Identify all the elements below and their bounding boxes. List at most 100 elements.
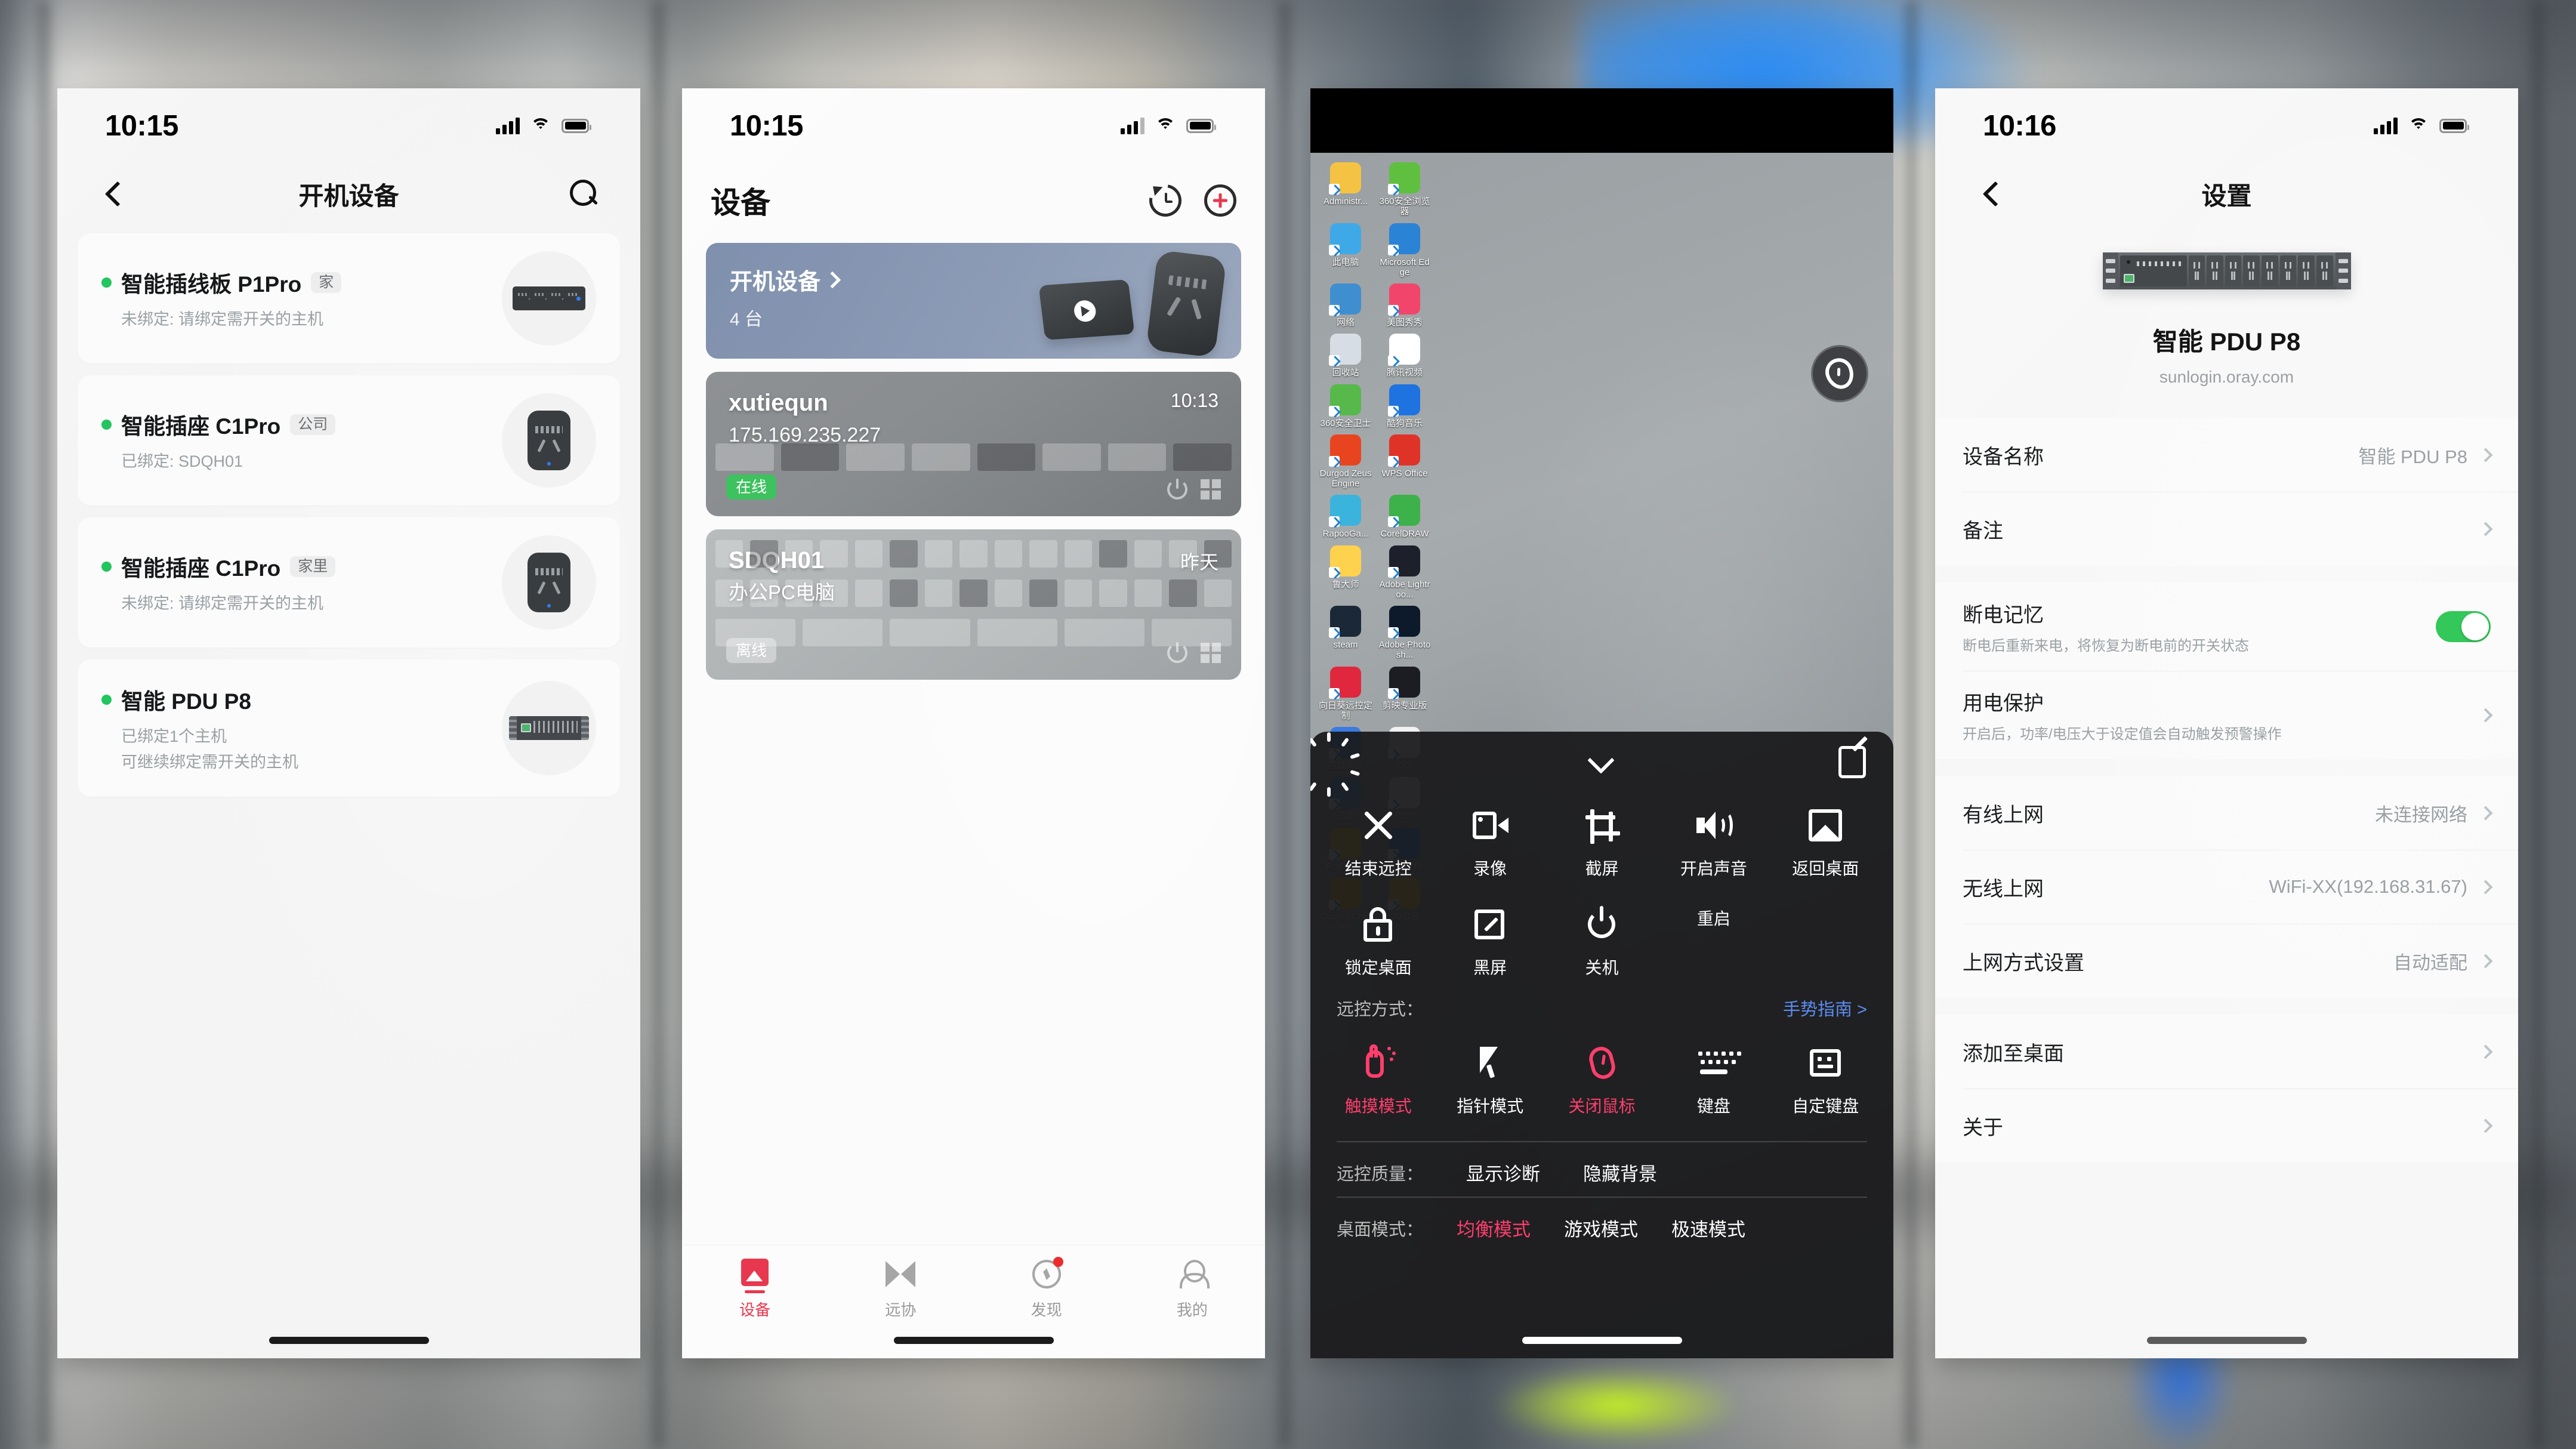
desktop-icon[interactable]: 360安全浏览器 xyxy=(1378,162,1432,217)
end-remote-button[interactable]: 结束远控 xyxy=(1322,794,1434,893)
desktop-icon[interactable]: Administr... xyxy=(1319,162,1372,217)
setting-add-to-desktop[interactable]: 添加至桌面 xyxy=(1935,1015,2518,1089)
fast-mode-option[interactable]: 极速模式 xyxy=(1671,1214,1745,1241)
custom-keyboard-button[interactable]: 自定键盘 xyxy=(1770,1031,1881,1130)
device-name: 智能 PDU P8 xyxy=(2152,328,2301,356)
device-subtitle: 未绑定: 请绑定需开关的主机 xyxy=(121,310,324,329)
settings-group: 添加至桌面 关于 xyxy=(1935,1015,2518,1163)
screenshot-button[interactable]: 截屏 xyxy=(1546,794,1658,893)
desktop-icon[interactable]: 剪映专业版 xyxy=(1378,666,1432,722)
desktop-icon[interactable]: RapooGa... xyxy=(1319,495,1372,539)
desktop-icon[interactable]: 网络 xyxy=(1319,283,1372,328)
chevron-right-icon xyxy=(2478,879,2493,895)
row-label: 无线上网 xyxy=(1963,877,2044,901)
desktop-icon[interactable]: 向日葵远控定制 xyxy=(1319,666,1372,722)
desktop-icon-label: RapooGa... xyxy=(1322,529,1369,539)
keyboard-button[interactable]: 键盘 xyxy=(1658,1031,1769,1130)
power-icon[interactable] xyxy=(1167,479,1187,500)
mode-label: 自定键盘 xyxy=(1792,1097,1859,1115)
row-label: 关于 xyxy=(1963,1116,2003,1139)
back-chevron-icon[interactable] xyxy=(1977,177,2012,211)
show-diagnostics-option[interactable]: 显示诊断 xyxy=(1466,1159,1540,1186)
desktop-icon[interactable]: 此电脑 xyxy=(1319,223,1372,278)
shortcut-arrow-icon xyxy=(1329,405,1340,417)
device-tag: 家 xyxy=(311,272,342,293)
list-item[interactable]: 智能 PDU P8 已绑定1个主机 可继续绑定需开关的主机 xyxy=(78,659,620,797)
shutdown-button[interactable]: 关机 xyxy=(1546,893,1658,992)
list-item[interactable]: 智能插座 C1Pro 公司 已绑定: SDQH01 xyxy=(78,375,620,505)
host-card-offline[interactable]: SDQH01 昨天 办公PC电脑 离线 xyxy=(706,529,1241,680)
wifi-icon xyxy=(2408,118,2429,134)
desktop-icon[interactable]: Adobe Photosh... xyxy=(1378,606,1432,661)
setting-about[interactable]: 关于 xyxy=(1935,1089,2518,1163)
lightroom-icon xyxy=(1388,545,1420,578)
back-to-desktop-button[interactable]: 返回桌面 xyxy=(1770,794,1881,893)
desktop-icon[interactable]: WPS Office xyxy=(1378,434,1432,489)
setting-network-mode[interactable]: 上网方式设置 自动适配 xyxy=(1935,924,2518,998)
power-memory-toggle[interactable] xyxy=(2436,611,2491,642)
setting-device-name[interactable]: 设备名称 智能 PDU P8 xyxy=(1935,418,2518,492)
black-screen-button[interactable]: 黑屏 xyxy=(1434,893,1545,992)
search-icon[interactable] xyxy=(567,178,599,209)
history-icon[interactable] xyxy=(1143,178,1188,223)
photoshop-icon xyxy=(1388,606,1420,638)
row-value: 自动适配 xyxy=(2393,952,2467,973)
desktop-icon[interactable]: 酷狗音乐 xyxy=(1378,384,1432,428)
action-label: 关机 xyxy=(1585,958,1619,977)
back-chevron-icon[interactable] xyxy=(99,177,134,211)
desktop-icon[interactable]: Durgod Zeus Engine xyxy=(1319,434,1372,489)
gesture-guide-link[interactable]: 手势指南 > xyxy=(1783,995,1867,1021)
desktop-icon[interactable]: CorelDRAW xyxy=(1378,495,1432,539)
desktop-icon[interactable]: Adobe Lightroo... xyxy=(1378,545,1432,600)
hide-background-option[interactable]: 隐藏背景 xyxy=(1583,1159,1657,1186)
close-icon xyxy=(1360,807,1397,844)
tab-me[interactable]: 我的 xyxy=(1119,1259,1265,1320)
360-guard-icon xyxy=(1329,384,1361,417)
tab-remote-assist[interactable]: 远协 xyxy=(828,1259,973,1320)
desktop-icon[interactable]: 回收站 xyxy=(1319,334,1372,378)
desktop-icon[interactable]: Microsoft Edge xyxy=(1378,223,1432,278)
desktop-icon[interactable]: steam xyxy=(1319,606,1372,661)
shortcut-arrow-icon xyxy=(1388,455,1399,467)
pdu-icon xyxy=(502,681,596,775)
chevron-right-icon xyxy=(2478,707,2493,723)
host-card-online[interactable]: xutiequn 10:13 175.169.235.227 在线 xyxy=(706,372,1241,516)
setting-power-protection[interactable]: 用电保护 开启后，功率/电压大于设定值会自动触发预警操作 xyxy=(1935,671,2518,759)
boot-devices-banner[interactable]: 开机设备 4 台 xyxy=(706,243,1241,359)
sunlogin-eye-icon[interactable] xyxy=(1811,345,1868,402)
setting-wireless-network[interactable]: 无线上网 WiFi-XX(192.168.31.67) xyxy=(1935,850,2518,924)
device-subtitle: 已绑定: SDQH01 xyxy=(121,452,243,471)
mouse-off-button[interactable]: 关闭鼠标 xyxy=(1546,1031,1658,1130)
power-icon[interactable] xyxy=(1167,643,1187,663)
pointer-mode-button[interactable]: 指针模式 xyxy=(1434,1031,1545,1130)
restart-button[interactable]: 重启 xyxy=(1310,732,1769,992)
device-name: 智能插座 C1Pro xyxy=(121,414,281,439)
edit-icon[interactable] xyxy=(1838,746,1866,778)
desktop-icon[interactable]: 腾讯视频 xyxy=(1378,334,1432,378)
lock-desktop-button[interactable]: 锁定桌面 xyxy=(1322,893,1434,992)
game-mode-option[interactable]: 游戏模式 xyxy=(1564,1214,1638,1241)
tab-discover[interactable]: 发现 xyxy=(974,1257,1119,1320)
setting-wired-network[interactable]: 有线上网 未连接网络 xyxy=(1935,776,2518,850)
desktop-icon-label: 360安全卫士 xyxy=(1320,418,1371,428)
desktop-icon[interactable]: 鲁大师 xyxy=(1319,545,1372,600)
setting-remark[interactable]: 备注 xyxy=(1935,492,2518,566)
restart-icon xyxy=(1310,732,1361,797)
enable-sound-button[interactable]: 开启声音 xyxy=(1658,794,1769,893)
desktop-icon[interactable]: 360安全卫士 xyxy=(1319,384,1372,428)
tab-devices[interactable]: 设备 xyxy=(682,1259,828,1320)
list-item[interactable]: 智能插座 C1Pro 家里 未绑定: 请绑定需开关的主机 xyxy=(78,517,620,648)
desktop-icon-label: 美图秀秀 xyxy=(1386,317,1423,328)
desktop-icon[interactable]: 美图秀秀 xyxy=(1378,283,1432,328)
touch-mode-button[interactable]: 触摸模式 xyxy=(1322,1031,1434,1130)
status-dot xyxy=(101,419,112,430)
status-time: 10:15 xyxy=(730,109,803,142)
plus-circle-icon[interactable] xyxy=(1204,184,1236,217)
setting-power-memory[interactable]: 断电记忆 断电后重新来电，将恢复为断电前的开关状态 xyxy=(1935,582,2518,671)
list-item[interactable]: 智能插线板 P1Pro 家 未绑定: 请绑定需开关的主机 xyxy=(78,233,620,363)
record-button[interactable]: 录像 xyxy=(1434,794,1545,893)
jianying-icon xyxy=(1388,666,1420,699)
balanced-mode-option[interactable]: 均衡模式 xyxy=(1457,1214,1531,1241)
shortcut-arrow-icon xyxy=(1329,687,1340,699)
chevron-down-icon[interactable] xyxy=(1589,751,1615,764)
